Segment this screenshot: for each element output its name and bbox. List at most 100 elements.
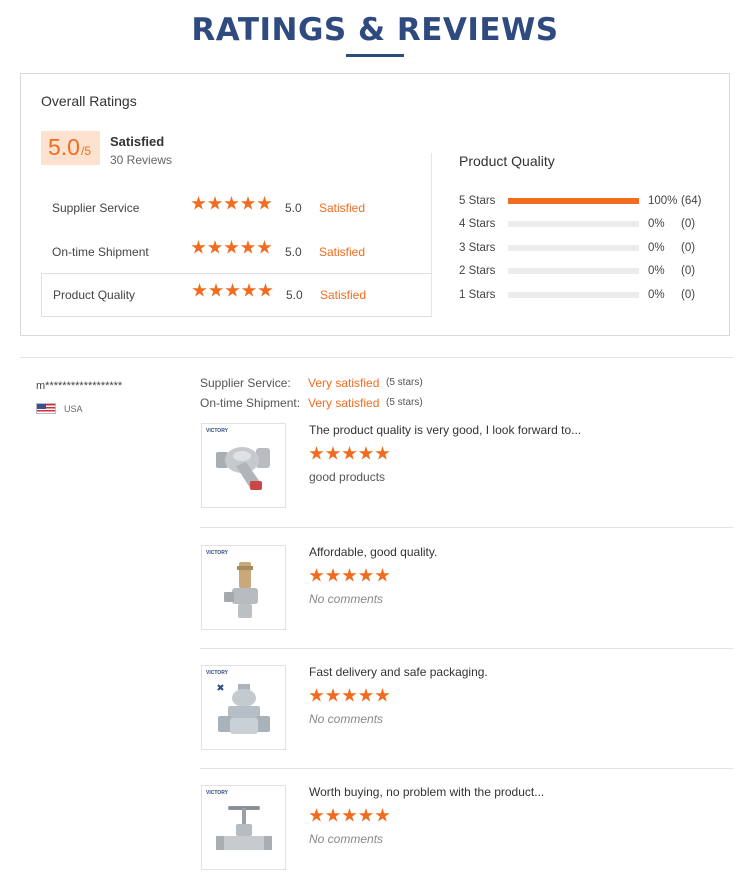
distribution-percent: 0% bbox=[648, 242, 665, 254]
distribution-count: (0) bbox=[681, 289, 696, 301]
star-icon bbox=[258, 283, 273, 297]
star-icon bbox=[342, 808, 357, 822]
rating-row-on-time-shipment: On-time Shipment 5.0 Satisfied bbox=[41, 231, 432, 275]
star-icon bbox=[192, 283, 207, 297]
review-comment: No comments bbox=[309, 592, 384, 606]
distribution-row-2-stars: 2 Stars 0% (0) bbox=[459, 264, 719, 280]
distribution-label: 1 Stars bbox=[459, 289, 496, 301]
review-item: VICTORY Affordable, good quality. No com… bbox=[200, 545, 733, 649]
rating-row-status: Satisfied bbox=[319, 201, 366, 215]
review-comment: good products bbox=[309, 470, 386, 484]
distribution-count: (0) bbox=[681, 242, 696, 254]
distribution-bar bbox=[508, 221, 639, 227]
rating-row-label: Supplier Service bbox=[52, 201, 140, 215]
rating-row-score: 5.0 bbox=[286, 288, 303, 302]
overall-status: Satisfied bbox=[110, 134, 165, 149]
product-thumbnail[interactable]: VICTORY bbox=[201, 665, 286, 750]
section-divider bbox=[20, 357, 733, 358]
rating-row-status: Satisfied bbox=[320, 288, 367, 302]
star-rating bbox=[192, 283, 275, 298]
star-icon bbox=[375, 568, 390, 582]
rating-row-score: 5.0 bbox=[285, 245, 302, 259]
review-star-rating bbox=[309, 688, 392, 703]
reviews-count: 30 Reviews bbox=[110, 153, 173, 167]
review-text[interactable]: Worth buying, no problem with the produc… bbox=[309, 785, 544, 799]
star-icon bbox=[325, 446, 341, 460]
review-comment: No comments bbox=[309, 712, 384, 726]
review-item: VICTORY The product quality is very good… bbox=[200, 423, 733, 528]
review-item: VICTORY Fast delivery and safe packaging… bbox=[200, 665, 733, 769]
star-icon bbox=[375, 808, 390, 822]
rating-row-label: Product Quality bbox=[53, 288, 136, 302]
distribution-row-3-stars: 3 Stars 0% (0) bbox=[459, 241, 719, 257]
star-icon bbox=[191, 240, 206, 254]
star-icon bbox=[208, 283, 224, 297]
product-thumbnail[interactable]: VICTORY bbox=[201, 545, 286, 630]
star-icon bbox=[207, 240, 223, 254]
rating-row-product-quality[interactable]: Product Quality 5.0 Satisfied bbox=[41, 273, 432, 317]
y-strainer-image bbox=[216, 447, 270, 490]
page-title: RATINGS & REVIEWS bbox=[191, 12, 559, 48]
ratings-summary-panel: Overall Ratings 5.0 /5 Satisfied 30 Revi… bbox=[20, 73, 730, 336]
star-icon bbox=[342, 688, 357, 702]
star-icon bbox=[240, 196, 256, 210]
review-star-rating bbox=[309, 446, 392, 461]
star-icon bbox=[358, 688, 374, 702]
review-item: VICTORY Worth buying, no problem with th… bbox=[200, 785, 733, 875]
meta-note: (5 stars) bbox=[386, 377, 423, 388]
distribution-percent: 100% bbox=[648, 195, 678, 207]
meta-value: Very satisfied bbox=[308, 396, 380, 410]
star-icon bbox=[325, 568, 341, 582]
overall-score-badge: 5.0 /5 bbox=[41, 131, 100, 165]
overall-score: 5.0 bbox=[48, 134, 80, 160]
star-icon bbox=[358, 808, 374, 822]
distribution-label: 3 Stars bbox=[459, 242, 496, 254]
title-underline bbox=[346, 54, 404, 57]
distribution-row-4-stars: 4 Stars 0% (0) bbox=[459, 217, 719, 233]
star-icon bbox=[224, 240, 239, 254]
star-icon bbox=[240, 240, 256, 254]
reviewer-country: USA bbox=[64, 404, 83, 414]
star-icon bbox=[325, 808, 341, 822]
star-icon bbox=[207, 196, 223, 210]
review-text[interactable]: Affordable, good quality. bbox=[309, 545, 437, 559]
star-icon bbox=[358, 568, 374, 582]
star-icon bbox=[325, 688, 341, 702]
meta-label: On-time Shipment: bbox=[200, 396, 301, 410]
star-icon bbox=[309, 688, 324, 702]
star-icon bbox=[375, 688, 390, 702]
star-rating bbox=[191, 196, 274, 211]
distribution-count: (0) bbox=[681, 218, 696, 230]
product-quality-title: Product Quality bbox=[459, 153, 555, 169]
diaphragm-valve-image bbox=[216, 806, 272, 850]
star-icon bbox=[309, 446, 324, 460]
distribution-label: 5 Stars bbox=[459, 195, 496, 207]
star-icon bbox=[309, 568, 324, 582]
distribution-label: 2 Stars bbox=[459, 265, 496, 277]
distribution-row-5-stars: 5 Stars 100% (64) bbox=[459, 194, 719, 210]
star-icon bbox=[257, 240, 272, 254]
star-icon bbox=[224, 196, 239, 210]
review-text[interactable]: Fast delivery and safe packaging. bbox=[309, 665, 488, 679]
distribution-count: (64) bbox=[681, 195, 702, 207]
usa-flag-icon bbox=[36, 403, 56, 414]
distribution-percent: 0% bbox=[648, 218, 665, 230]
product-thumbnail[interactable]: VICTORY bbox=[201, 423, 286, 508]
product-thumbnail[interactable]: VICTORY bbox=[201, 785, 286, 870]
distribution-bar bbox=[508, 268, 639, 274]
distribution-bar bbox=[508, 245, 639, 251]
review-comment: No comments bbox=[309, 832, 384, 846]
meta-note: (5 stars) bbox=[386, 397, 423, 408]
review-star-rating bbox=[309, 568, 392, 583]
distribution-bar-fill bbox=[508, 198, 639, 204]
rating-row-supplier-service: Supplier Service 5.0 Satisfied bbox=[41, 187, 432, 231]
pressure-reducing-valve-image bbox=[217, 684, 270, 734]
overall-ratings-label: Overall Ratings bbox=[41, 93, 137, 109]
review-star-rating bbox=[309, 808, 392, 823]
star-icon bbox=[358, 446, 374, 460]
reviewer-name: m****************** bbox=[36, 380, 123, 392]
star-icon bbox=[257, 196, 272, 210]
distribution-percent: 0% bbox=[648, 265, 665, 277]
rating-row-score: 5.0 bbox=[285, 201, 302, 215]
review-text[interactable]: The product quality is very good, I look… bbox=[309, 423, 581, 437]
